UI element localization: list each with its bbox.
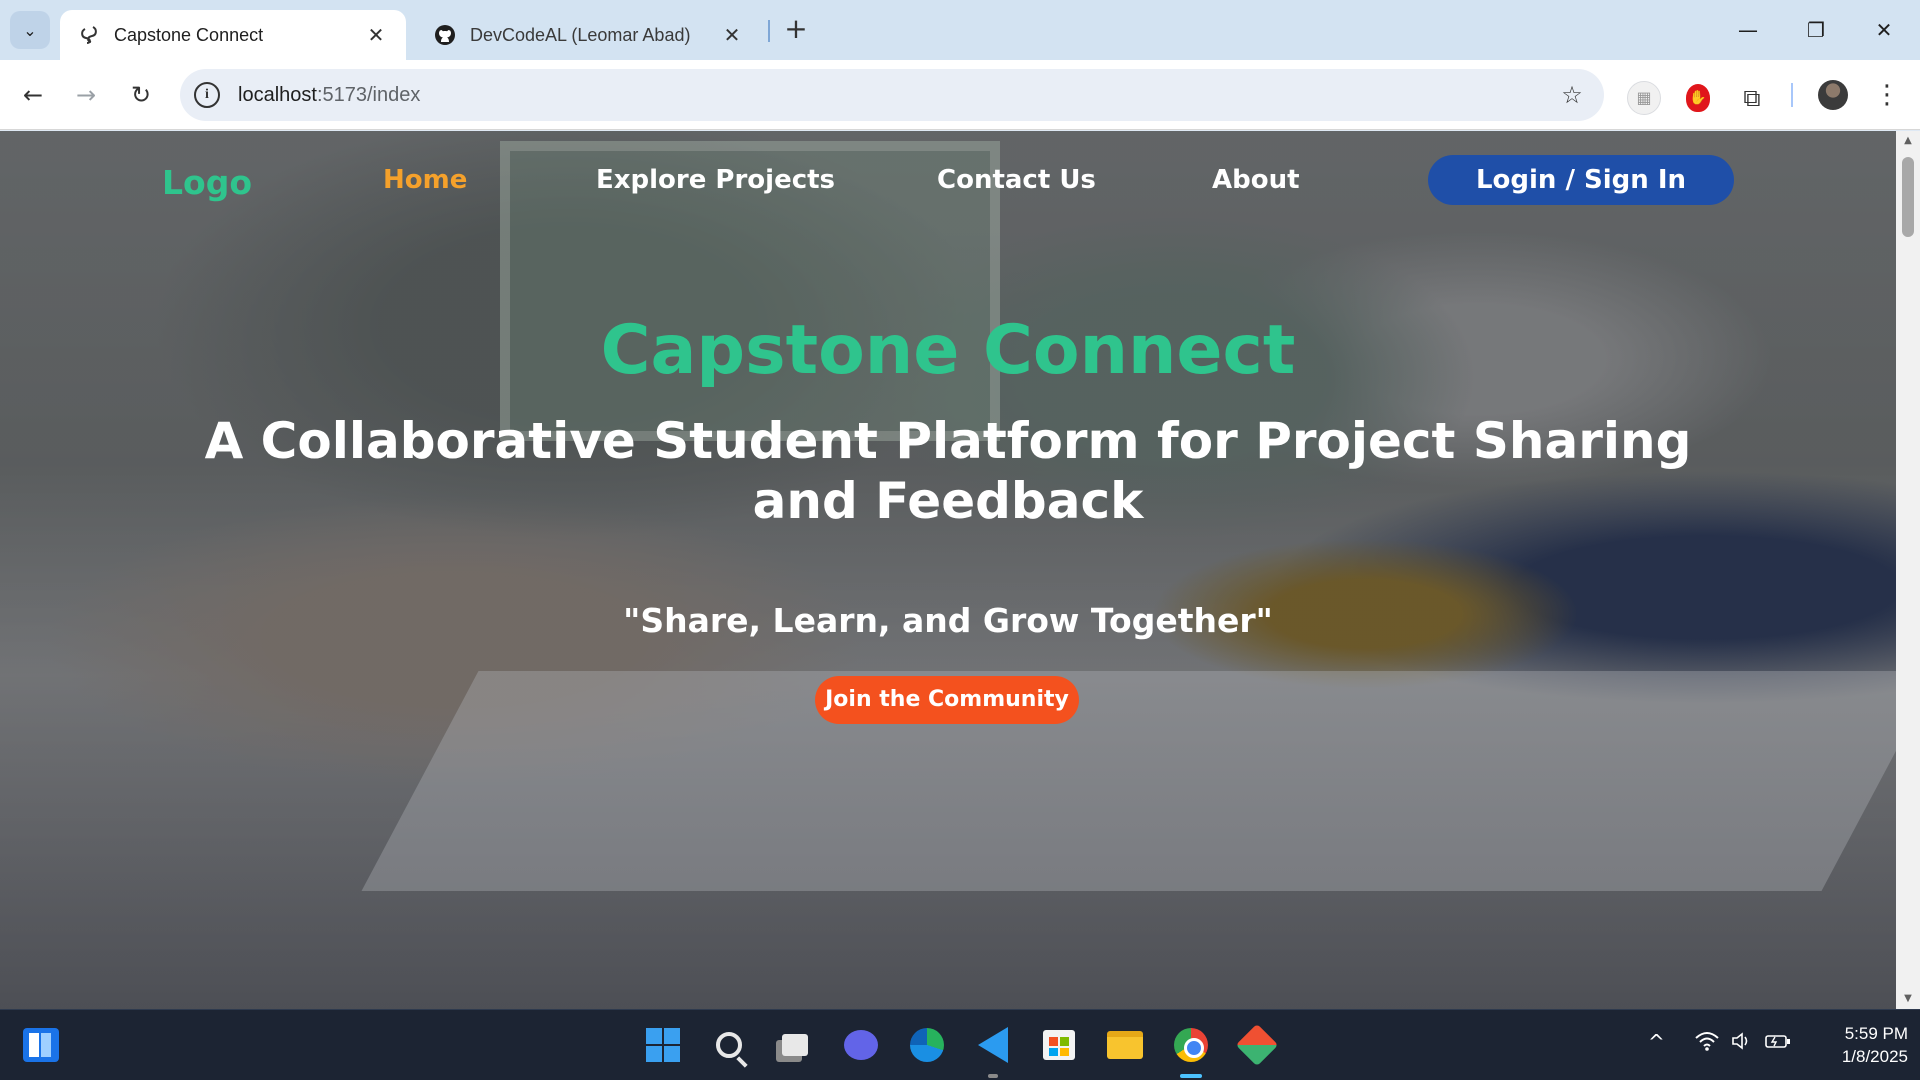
tab-title: DevCodeAL (Leomar Abad) bbox=[470, 24, 691, 45]
gitkraken-icon[interactable] bbox=[1235, 1023, 1279, 1067]
tab-close-icon[interactable]: ✕ bbox=[364, 23, 388, 48]
chrome-active-indicator bbox=[1180, 1074, 1202, 1078]
tray-overflow-chevron-icon[interactable]: ^ bbox=[1648, 1030, 1665, 1054]
join-community-button[interactable]: Join the Community bbox=[815, 676, 1079, 724]
store-icon[interactable] bbox=[1038, 1024, 1080, 1066]
tab-close-icon[interactable]: ✕ bbox=[720, 23, 744, 48]
volume-icon[interactable] bbox=[1730, 1030, 1754, 1057]
new-tab-button[interactable]: + bbox=[780, 14, 812, 46]
extension-red-icon[interactable]: ✋ bbox=[1680, 80, 1716, 116]
vscode-running-indicator bbox=[988, 1074, 998, 1078]
chevron-down-icon: ⌄ bbox=[23, 20, 37, 40]
vscode-icon[interactable] bbox=[972, 1024, 1014, 1066]
search-icon[interactable] bbox=[708, 1024, 750, 1066]
scroll-down-arrow-icon[interactable]: ▼ bbox=[1896, 989, 1920, 1009]
hero-title: Capstone Connect bbox=[600, 311, 1296, 390]
clock-time: 5:59 PM bbox=[1844, 1024, 1908, 1043]
nav-link-home[interactable]: Home bbox=[383, 165, 467, 195]
clock-date: 1/8/2025 bbox=[1841, 1047, 1908, 1066]
taskbar-clock[interactable]: 5:59 PM 1/8/2025 bbox=[1808, 1022, 1908, 1068]
restore-button[interactable]: ❐ bbox=[1796, 12, 1836, 48]
teams-icon[interactable] bbox=[840, 1024, 882, 1066]
file-explorer-icon[interactable] bbox=[1104, 1024, 1146, 1066]
edge-icon[interactable] bbox=[906, 1024, 948, 1066]
url-path: :5173/index bbox=[316, 83, 421, 106]
tab-title: Capstone Connect bbox=[114, 24, 264, 45]
scroll-up-arrow-icon[interactable]: ▲ bbox=[1896, 131, 1920, 151]
background-photo-desk bbox=[361, 671, 1896, 891]
tab-search-button[interactable]: ⌄ bbox=[10, 11, 50, 49]
page-scrollbar[interactable]: ▲ ▼ bbox=[1896, 131, 1920, 1009]
bookmark-star-icon[interactable]: ☆ bbox=[1554, 81, 1590, 109]
capstone-favicon-icon bbox=[78, 24, 100, 46]
profile-avatar[interactable] bbox=[1818, 80, 1848, 110]
battery-icon[interactable] bbox=[1764, 1030, 1792, 1057]
windows-taskbar: ^ bbox=[0, 1009, 1920, 1080]
hero-subtitle: A Collaborative Student Platform for Pro… bbox=[204, 412, 1692, 530]
login-sign-in-button[interactable]: Login / Sign In bbox=[1428, 155, 1734, 205]
browser-tab-strip: ⌄ Capstone Connect ✕ DevCodeAL (Leomar A… bbox=[0, 0, 1920, 60]
widgets-icon[interactable] bbox=[20, 1024, 62, 1066]
chrome-icon[interactable] bbox=[1170, 1024, 1212, 1066]
forward-button[interactable]: → bbox=[68, 77, 104, 113]
nav-link-contact-us[interactable]: Contact Us bbox=[937, 165, 1096, 195]
tab-devcodeal[interactable]: DevCodeAL (Leomar Abad) ✕ bbox=[416, 10, 762, 60]
close-window-button[interactable]: ✕ bbox=[1864, 12, 1904, 48]
hero-quote: "Share, Learn, and Grow Together" bbox=[623, 601, 1273, 640]
back-button[interactable]: ← bbox=[15, 77, 51, 113]
wifi-icon[interactable] bbox=[1694, 1030, 1720, 1057]
address-bar[interactable]: i localhost:5173/index ☆ bbox=[180, 69, 1604, 121]
site-info-icon[interactable]: i bbox=[194, 82, 220, 108]
tab-capstone-connect[interactable]: Capstone Connect ✕ bbox=[60, 10, 406, 60]
page-viewport: Logo Home Explore Projects Contact Us Ab… bbox=[0, 131, 1896, 1009]
tab-separator bbox=[768, 20, 770, 42]
task-view-icon[interactable] bbox=[774, 1024, 816, 1066]
browser-toolbar: ← → ↻ i localhost:5173/index ☆ ▦ ✋ ⧉ bbox=[0, 60, 1920, 130]
url-host: localhost bbox=[238, 83, 317, 106]
url-text[interactable]: localhost:5173/index bbox=[238, 84, 1554, 107]
extensions-puzzle-icon[interactable]: ⧉ bbox=[1734, 80, 1770, 116]
browser-menu-icon[interactable]: ⋮ bbox=[1874, 78, 1900, 114]
reload-button[interactable]: ↻ bbox=[123, 77, 159, 113]
github-icon bbox=[434, 24, 456, 46]
toolbar-separator bbox=[1791, 83, 1793, 107]
windows-start-icon[interactable] bbox=[642, 1024, 684, 1066]
nav-link-about[interactable]: About bbox=[1212, 165, 1300, 195]
minimize-button[interactable]: — bbox=[1728, 12, 1768, 48]
site-logo[interactable]: Logo bbox=[162, 163, 252, 202]
nav-link-explore-projects[interactable]: Explore Projects bbox=[596, 165, 835, 195]
extension-grey-icon[interactable]: ▦ bbox=[1626, 80, 1662, 116]
scroll-thumb[interactable] bbox=[1902, 157, 1914, 237]
